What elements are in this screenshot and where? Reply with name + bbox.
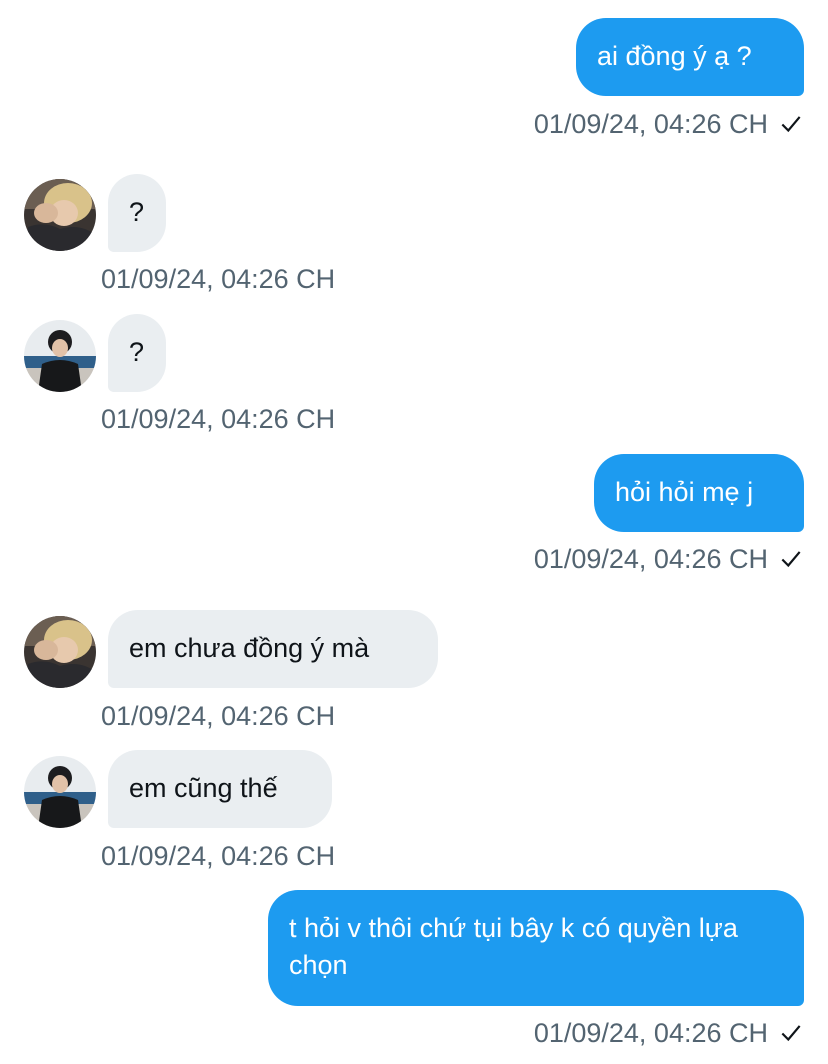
message-timestamp: 01/09/24, 04:26 CH xyxy=(101,841,336,871)
message-text: em chưa đồng ý mà xyxy=(129,633,370,663)
message-thread: ai đồng ý ạ ? 01/09/24, 04:26 CH ? 01/09… xyxy=(0,0,828,1064)
message-timestamp: 01/09/24, 04:26 CH xyxy=(101,404,336,434)
message-text: ? xyxy=(129,337,145,367)
check-icon xyxy=(781,551,801,568)
check-icon xyxy=(781,116,801,133)
message-bubble[interactable]: ? xyxy=(108,314,166,392)
message-bubble[interactable]: ai đồng ý ạ ? xyxy=(576,18,804,96)
avatar-dark[interactable] xyxy=(24,320,96,392)
message-timestamp: 01/09/24, 04:26 CH xyxy=(534,543,804,575)
message-text: em cũng thế xyxy=(129,773,278,803)
message-text: ai đồng ý ạ ? xyxy=(597,41,752,71)
message-bubble[interactable]: ? xyxy=(108,174,166,252)
message-timestamp: 01/09/24, 04:26 CH xyxy=(101,701,336,731)
message-text: ? xyxy=(129,197,145,227)
message-timestamp: 01/09/24, 04:26 CH xyxy=(534,1017,804,1049)
message-text: t hỏi v thôi chứ tụi bây k có quyền lựa … xyxy=(289,913,738,980)
message-text: hỏi hỏi mẹ j xyxy=(615,477,754,507)
message-bubble[interactable]: em chưa đồng ý mà xyxy=(108,610,438,688)
message-bubble[interactable]: em cũng thế xyxy=(108,750,332,828)
message-bubble[interactable]: hỏi hỏi mẹ j xyxy=(594,454,804,532)
message-timestamp: 01/09/24, 04:26 CH xyxy=(534,108,804,140)
avatar-blonde[interactable] xyxy=(24,616,96,688)
message-bubble[interactable]: t hỏi v thôi chứ tụi bây k có quyền lựa … xyxy=(268,890,804,1006)
avatar-blonde[interactable] xyxy=(24,179,96,251)
message-timestamp: 01/09/24, 04:26 CH xyxy=(101,264,336,294)
avatar-dark[interactable] xyxy=(24,756,96,828)
check-icon xyxy=(781,1025,801,1042)
